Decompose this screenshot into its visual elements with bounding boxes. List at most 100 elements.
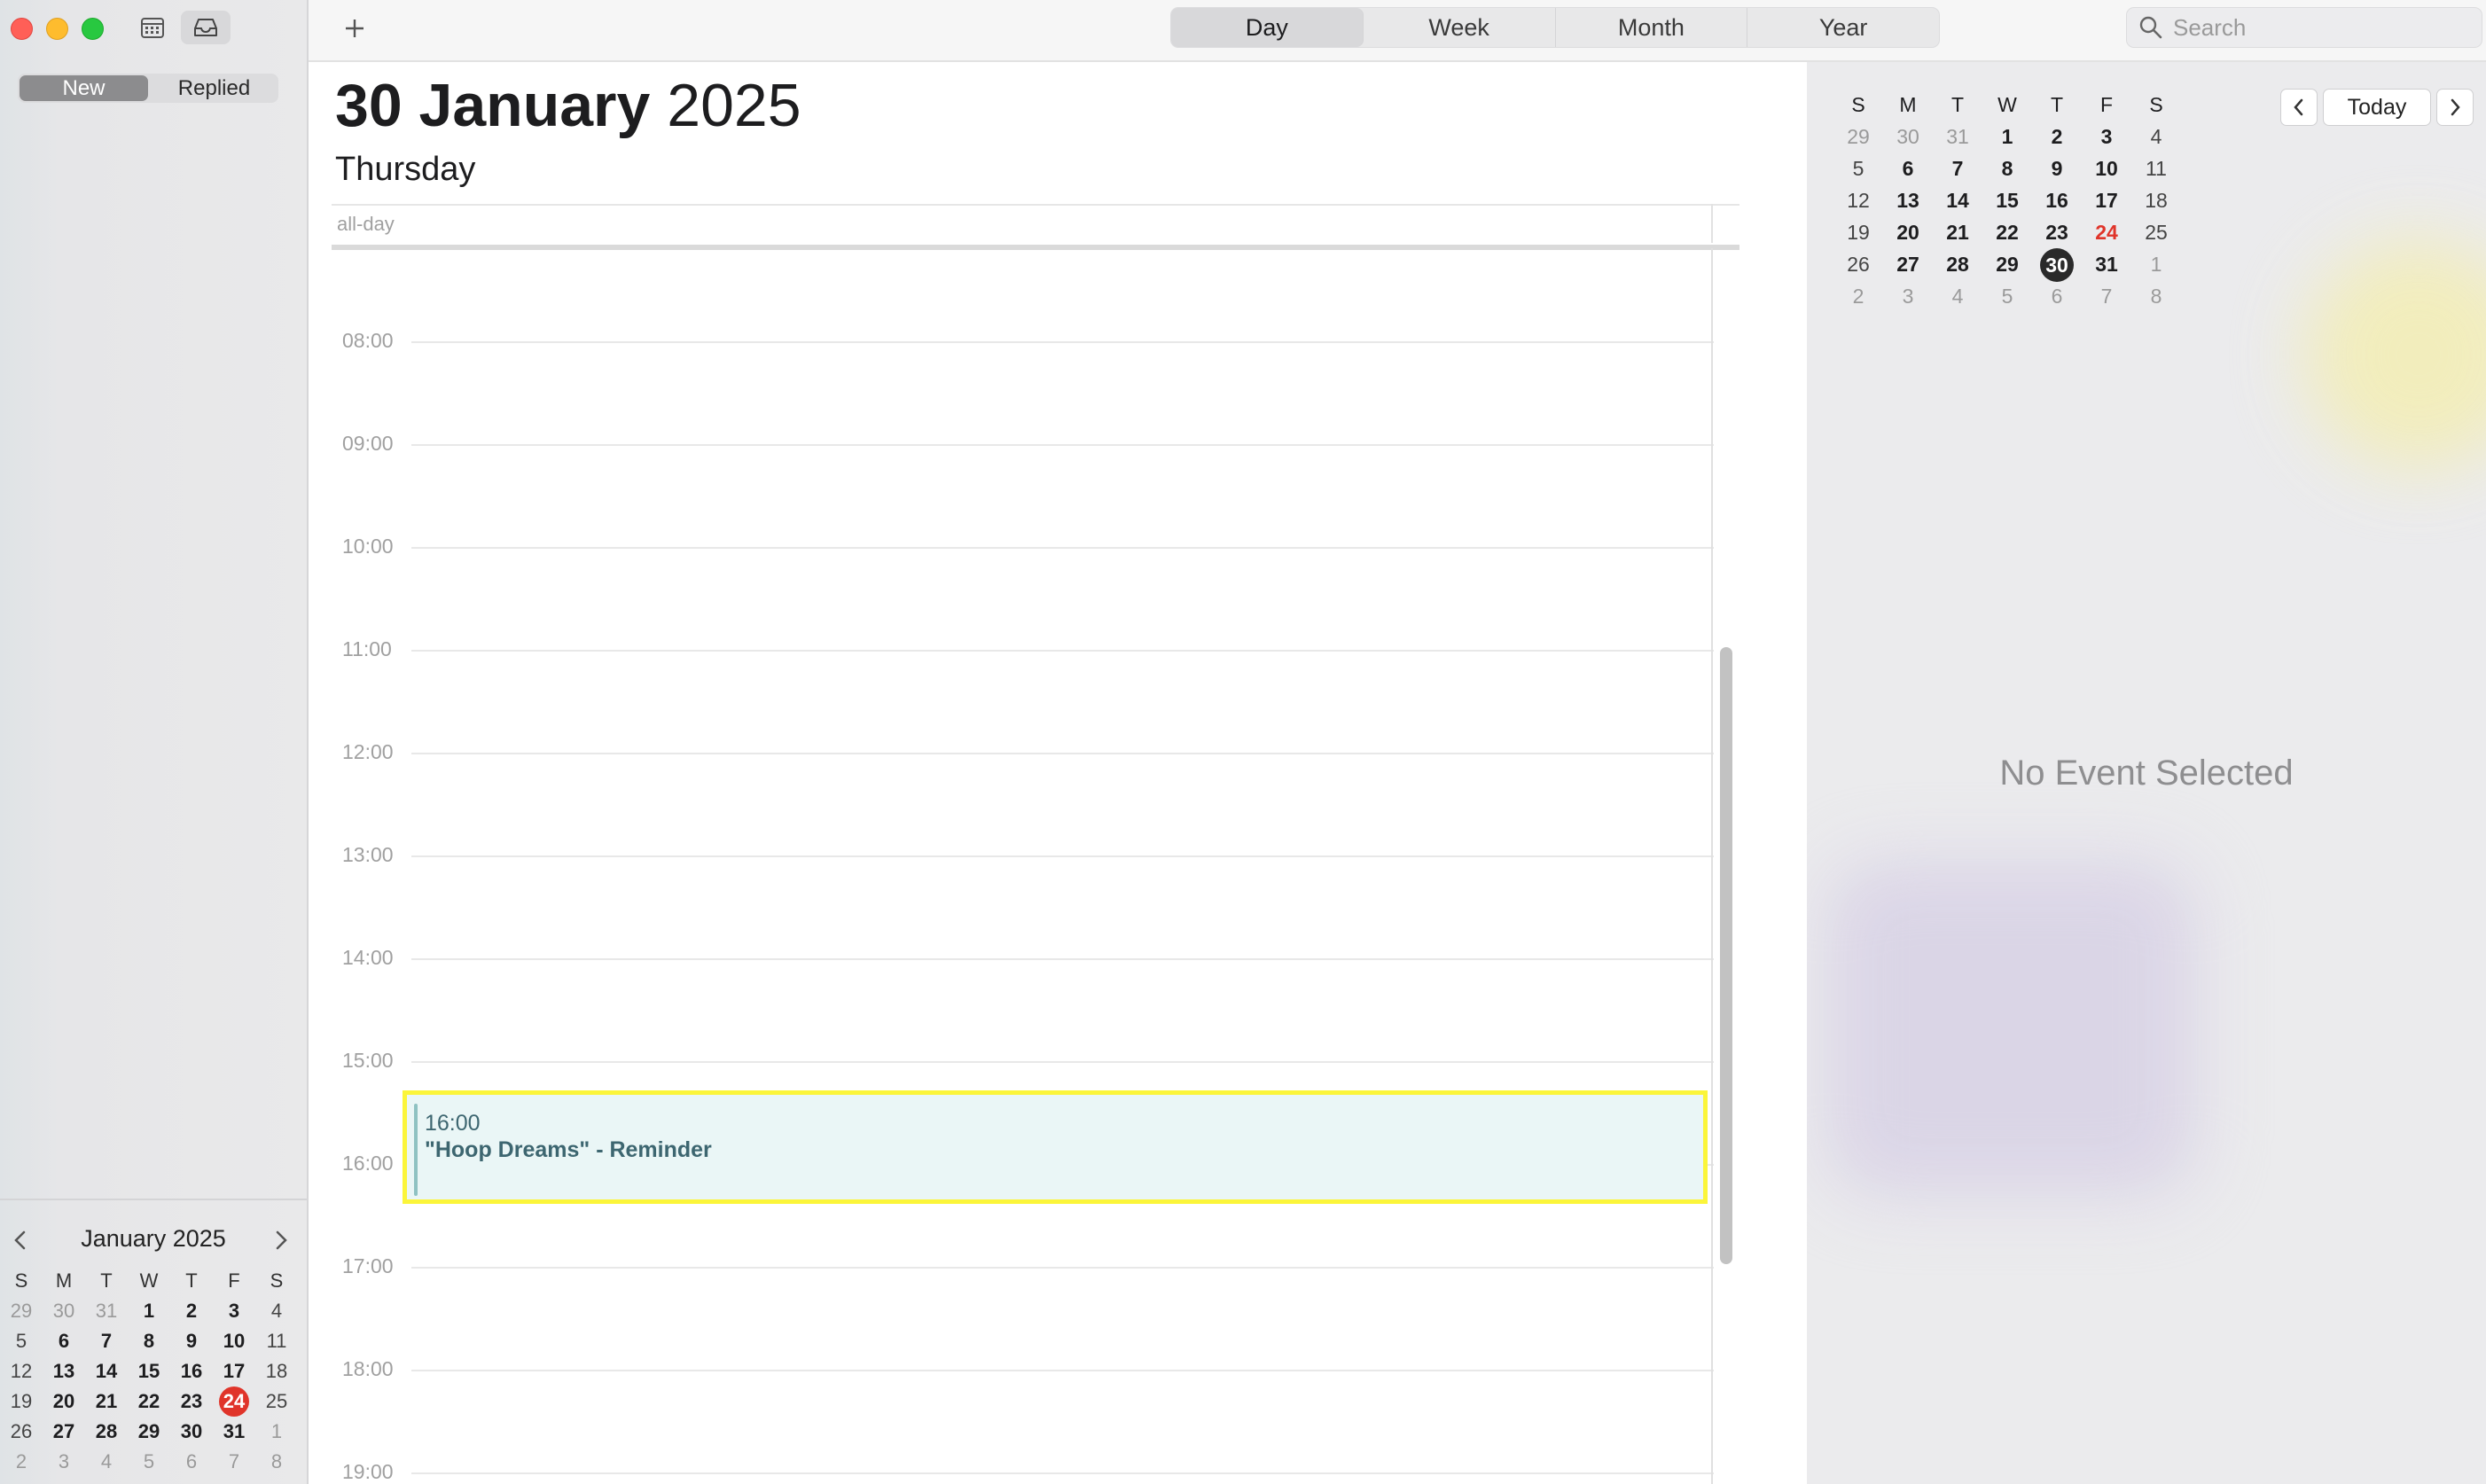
calendar-day[interactable]: 15 xyxy=(1982,184,2032,216)
calendar-day[interactable]: 10 xyxy=(213,1326,255,1356)
calendar-day[interactable]: 31 xyxy=(85,1296,128,1326)
calendar-day[interactable]: 30 xyxy=(2032,248,2082,282)
calendar-event[interactable]: 16:00 "Hoop Dreams" - Reminder xyxy=(403,1090,1708,1204)
calendar-day[interactable]: 20 xyxy=(43,1386,85,1417)
calendar-day[interactable]: 7 xyxy=(1933,152,1982,184)
calendar-day[interactable]: 13 xyxy=(1883,184,1933,216)
calendar-day[interactable]: 22 xyxy=(1982,216,2032,248)
calendar-day[interactable]: 6 xyxy=(2032,280,2082,312)
hour-row[interactable]: 09:00 xyxy=(309,432,1714,455)
calendar-day[interactable]: 27 xyxy=(43,1417,85,1447)
hour-row[interactable]: 14:00 xyxy=(309,946,1714,969)
calendar-day[interactable]: 30 xyxy=(43,1296,85,1326)
calendar-day[interactable]: 8 xyxy=(128,1326,170,1356)
calendar-day[interactable]: 19 xyxy=(0,1386,43,1417)
calendar-day[interactable]: 21 xyxy=(85,1386,128,1417)
hour-row[interactable]: 08:00 xyxy=(309,329,1714,352)
calendar-day[interactable]: 4 xyxy=(255,1296,298,1326)
tab-replied[interactable]: Replied xyxy=(150,74,278,103)
calendar-day[interactable]: 13 xyxy=(43,1356,85,1386)
tab-day[interactable]: Day xyxy=(1171,8,1364,47)
calendar-day[interactable]: 31 xyxy=(213,1417,255,1447)
calendar-day[interactable]: 26 xyxy=(1833,248,1883,280)
calendar-day[interactable]: 4 xyxy=(85,1447,128,1477)
hour-grid[interactable]: 08:00 09:00 10:00 11:00 12:00 13:00 14:00 15:00… xyxy=(309,248,1745,1484)
calendar-day[interactable]: 1 xyxy=(2131,248,2181,280)
calendar-day[interactable]: 1 xyxy=(255,1417,298,1447)
calendar-day[interactable]: 24 xyxy=(213,1386,255,1417)
calendar-day[interactable]: 4 xyxy=(2131,121,2181,152)
calendar-day[interactable]: 18 xyxy=(255,1356,298,1386)
calendar-day[interactable]: 11 xyxy=(255,1326,298,1356)
calendar-day[interactable]: 5 xyxy=(128,1447,170,1477)
calendar-day[interactable]: 3 xyxy=(2082,121,2131,152)
calendar-day[interactable]: 4 xyxy=(1933,280,1982,312)
calendar-day[interactable]: 30 xyxy=(1883,121,1933,152)
calendar-day[interactable]: 25 xyxy=(2131,216,2181,248)
calendar-day[interactable]: 6 xyxy=(1883,152,1933,184)
hour-row[interactable]: 13:00 xyxy=(309,843,1714,866)
calendar-day[interactable]: 6 xyxy=(170,1447,213,1477)
calendar-day[interactable]: 20 xyxy=(1883,216,1933,248)
hour-row[interactable]: 15:00 xyxy=(309,1049,1714,1072)
calendar-day[interactable]: 3 xyxy=(1883,280,1933,312)
add-event-button[interactable] xyxy=(335,9,374,48)
calendar-day[interactable]: 8 xyxy=(1982,152,2032,184)
calendar-day[interactable]: 18 xyxy=(2131,184,2181,216)
calendar-day[interactable]: 17 xyxy=(213,1356,255,1386)
calendar-day[interactable]: 29 xyxy=(1982,248,2032,280)
calendar-day[interactable]: 19 xyxy=(1833,216,1883,248)
hour-row[interactable]: 11:00 xyxy=(309,637,1714,660)
calendar-day[interactable]: 5 xyxy=(0,1326,43,1356)
calendar-day[interactable]: 6 xyxy=(43,1326,85,1356)
minimize-window-button[interactable] xyxy=(46,18,68,40)
calendar-day[interactable]: 27 xyxy=(1883,248,1933,280)
calendar-day[interactable]: 28 xyxy=(85,1417,128,1447)
calendar-day[interactable]: 21 xyxy=(1933,216,1982,248)
close-window-button[interactable] xyxy=(11,18,33,40)
next-month-icon[interactable] xyxy=(268,1227,294,1254)
calendar-day[interactable]: 26 xyxy=(0,1417,43,1447)
calendar-day[interactable]: 3 xyxy=(43,1447,85,1477)
calendar-day[interactable]: 29 xyxy=(0,1296,43,1326)
calendar-day[interactable]: 16 xyxy=(170,1356,213,1386)
calendar-day[interactable]: 7 xyxy=(85,1326,128,1356)
calendar-day[interactable]: 14 xyxy=(85,1356,128,1386)
calendar-day[interactable]: 12 xyxy=(1833,184,1883,216)
calendar-day[interactable]: 2 xyxy=(0,1447,43,1477)
hour-row[interactable]: 18:00 xyxy=(309,1357,1714,1380)
calendar-day[interactable]: 25 xyxy=(255,1386,298,1417)
calendar-day[interactable]: 2 xyxy=(1833,280,1883,312)
calendar-day[interactable]: 15 xyxy=(128,1356,170,1386)
tab-week[interactable]: Week xyxy=(1364,8,1556,47)
calendar-day[interactable]: 31 xyxy=(2082,248,2131,280)
calendar-day[interactable]: 29 xyxy=(128,1417,170,1447)
all-day-section[interactable]: all-day xyxy=(332,204,1739,250)
calendar-day[interactable]: 7 xyxy=(2082,280,2131,312)
calendar-day[interactable]: 2 xyxy=(2032,121,2082,152)
calendar-day[interactable]: 9 xyxy=(170,1326,213,1356)
calendar-day[interactable]: 28 xyxy=(1933,248,1982,280)
calendar-day[interactable]: 7 xyxy=(213,1447,255,1477)
hour-row[interactable]: 10:00 xyxy=(309,535,1714,558)
calendar-day[interactable]: 11 xyxy=(2131,152,2181,184)
tab-year[interactable]: Year xyxy=(1747,8,1939,47)
calendar-day[interactable]: 14 xyxy=(1933,184,1982,216)
calendar-day[interactable]: 2 xyxy=(170,1296,213,1326)
calendar-day[interactable]: 31 xyxy=(1933,121,1982,152)
hour-row[interactable]: 12:00 xyxy=(309,740,1714,763)
calendar-day[interactable]: 9 xyxy=(2032,152,2082,184)
hour-row[interactable]: 19:00 xyxy=(309,1460,1714,1483)
calendar-day[interactable]: 23 xyxy=(170,1386,213,1417)
calendar-day[interactable]: 23 xyxy=(2032,216,2082,248)
calendar-day[interactable]: 1 xyxy=(128,1296,170,1326)
calendar-day[interactable]: 8 xyxy=(2131,280,2181,312)
calendar-day[interactable]: 3 xyxy=(213,1296,255,1326)
calendar-day[interactable]: 10 xyxy=(2082,152,2131,184)
search-field[interactable]: Search xyxy=(2126,7,2482,48)
calendar-day[interactable]: 1 xyxy=(1982,121,2032,152)
inbox-toggle[interactable] xyxy=(181,11,231,44)
calendar-day[interactable]: 16 xyxy=(2032,184,2082,216)
calendar-day[interactable]: 8 xyxy=(255,1447,298,1477)
hour-row[interactable]: 17:00 xyxy=(309,1254,1714,1277)
